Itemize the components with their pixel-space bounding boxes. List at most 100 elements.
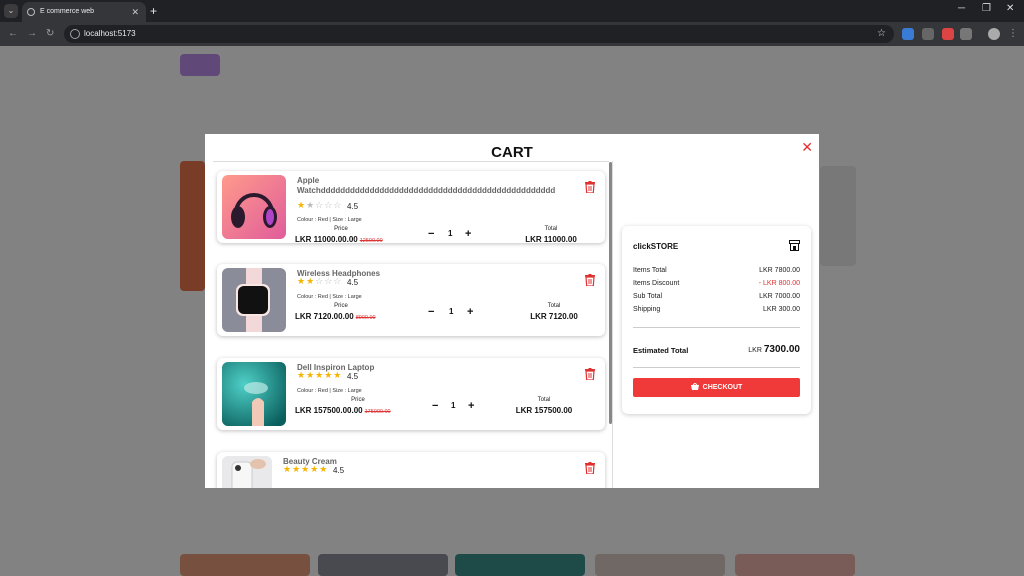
star-rating: ★★★★★	[297, 370, 343, 380]
product-name[interactable]: Apple Watchddddddddddddddddddddddddddddd…	[297, 176, 577, 196]
row-value: LKR 300.00	[763, 306, 800, 313]
extension-icon[interactable]	[922, 28, 934, 40]
total-label: Total	[547, 303, 561, 309]
old-price: 12500.00	[359, 238, 383, 244]
forward-icon[interactable]: →	[27, 27, 37, 41]
row-label: Sub Total	[633, 293, 663, 300]
restore-button[interactable]: ❐	[982, 3, 991, 14]
new-tab-button[interactable]: +	[150, 2, 157, 20]
tab-search-button[interactable]: ⌄	[4, 4, 18, 18]
price-value: LKR 11000.00.00 12500.00	[295, 235, 383, 244]
rating-value: 4.5	[347, 278, 359, 287]
checkout-label: CHECKOUT	[702, 384, 743, 391]
bookmark-star-icon[interactable]: ☆	[877, 25, 886, 43]
divider	[633, 327, 800, 328]
summary-row-items-total: Items Total LKR 7800.00	[633, 267, 800, 274]
panel-divider	[612, 161, 613, 488]
old-price: 175000.00	[364, 409, 391, 415]
extension-icon[interactable]	[942, 28, 954, 40]
close-window-button[interactable]: ✕	[1006, 3, 1014, 14]
cart-item: Apple Watchddddddddddddddddddddddddddddd…	[217, 171, 605, 244]
star-rating: ★★★★★	[283, 464, 329, 474]
quantity-value: 1	[448, 229, 453, 238]
close-tab-icon[interactable]: ✕	[131, 2, 139, 22]
decrease-qty-button[interactable]: −	[432, 401, 438, 412]
old-price: 8900.00	[355, 315, 376, 321]
increase-qty-button[interactable]: +	[468, 401, 474, 412]
trash-icon[interactable]	[585, 274, 595, 286]
row-label: Items Discount	[633, 280, 680, 287]
total-label: Total	[537, 397, 551, 403]
increase-qty-button[interactable]: +	[465, 229, 471, 240]
decrease-qty-button[interactable]: −	[428, 307, 434, 318]
variant-text: Colour : Red | Size : Large	[297, 294, 362, 300]
cart-item: Beauty Cream ★★★★★ 4.5	[217, 452, 605, 488]
tab-title: E commerce web	[40, 8, 95, 15]
rating-value: 4.5	[347, 372, 359, 381]
basket-icon	[690, 383, 699, 390]
order-summary: clickSTORE Items Total LKR 7800.00 Items …	[622, 226, 811, 414]
estimated-total-value: 7300.00	[763, 344, 800, 355]
row-label: Shipping	[633, 306, 661, 313]
total-value: LKR 11000.00	[525, 235, 577, 244]
close-icon[interactable]: ✕	[801, 139, 813, 156]
price-label: Price	[351, 397, 365, 403]
product-image-cream	[222, 456, 272, 488]
back-icon[interactable]: ←	[8, 27, 18, 41]
extension-icon[interactable]	[902, 28, 914, 40]
variant-text: Colour : Red | Size : Large	[297, 388, 362, 394]
increase-qty-button[interactable]: +	[467, 307, 473, 318]
browser-tab-bar: ⌄ E commerce web ✕ + ─ ❐ ✕	[0, 0, 1024, 22]
price-value: LKR 157500.00.00 175000.00	[295, 406, 391, 415]
rating-value: 4.5	[347, 202, 359, 211]
url-text: localhost:5173	[84, 29, 136, 38]
total-label: Total	[544, 226, 558, 232]
address-bar: ← → ↻ localhost:5173 ☆ ⋮	[0, 22, 1024, 46]
summary-row-subtotal: Sub Total LKR 7000.00	[633, 293, 800, 300]
price-label: Price	[334, 226, 348, 232]
quantity-value: 1	[451, 401, 456, 410]
cart-title: CART	[491, 144, 533, 161]
site-info-icon[interactable]	[70, 29, 80, 39]
trash-icon[interactable]	[585, 368, 595, 380]
product-image-watch	[222, 268, 286, 332]
total-value: LKR 7120.00	[530, 312, 578, 321]
avatar[interactable]	[988, 28, 1000, 40]
url-field[interactable]: localhost:5173 ☆	[64, 25, 894, 43]
browser-tab[interactable]: E commerce web ✕	[22, 2, 146, 22]
cart-item-list[interactable]: Apple Watchddddddddddddddddddddddddddddd…	[213, 161, 609, 488]
row-value: - LKR 800.00	[758, 280, 800, 287]
row-label: Items Total	[633, 267, 667, 274]
minimize-button[interactable]: ─	[958, 3, 965, 14]
browser-menu-icon[interactable]: ⋮	[1008, 27, 1018, 41]
price-value: LKR 7120.00.00 8900.00	[295, 312, 376, 321]
star-rating: ★★☆☆☆	[297, 200, 343, 210]
price-text: LKR 11000.00.00	[295, 235, 358, 244]
variant-text: Colour : Red | Size : Large	[297, 217, 362, 223]
store-name: clickSTORE	[633, 242, 679, 251]
product-image-laptop	[222, 362, 286, 426]
row-value: LKR 7800.00	[759, 267, 800, 274]
trash-icon[interactable]	[585, 462, 595, 474]
extensions-puzzle-icon[interactable]	[960, 28, 972, 40]
reload-icon[interactable]: ↻	[46, 27, 54, 41]
globe-icon	[27, 8, 35, 16]
store-icon	[789, 240, 800, 251]
estimated-total: LKR 7300.00	[748, 344, 800, 355]
quantity-value: 1	[449, 307, 454, 316]
trash-icon[interactable]	[585, 181, 595, 193]
decrease-qty-button[interactable]: −	[428, 229, 434, 240]
estimated-total-label: Estimated Total	[633, 346, 689, 355]
product-image-headphones	[222, 175, 286, 239]
row-value: LKR 7000.00	[759, 293, 800, 300]
checkout-button[interactable]: CHECKOUT	[633, 378, 800, 397]
summary-row-shipping: Shipping LKR 300.00	[633, 306, 800, 313]
cart-item: Dell Inspiron Laptop ★★★★★ 4.5 Colour : …	[217, 358, 605, 430]
price-text: LKR 157500.00.00	[295, 406, 363, 415]
currency: LKR	[748, 347, 762, 354]
cart-modal: CART ✕ Apple Watchdddddddddddddddddddddd…	[205, 134, 819, 488]
rating-value: 4.5	[333, 466, 345, 475]
divider	[633, 367, 800, 368]
star-rating: ★★☆☆☆	[297, 276, 343, 286]
price-label: Price	[334, 303, 348, 309]
